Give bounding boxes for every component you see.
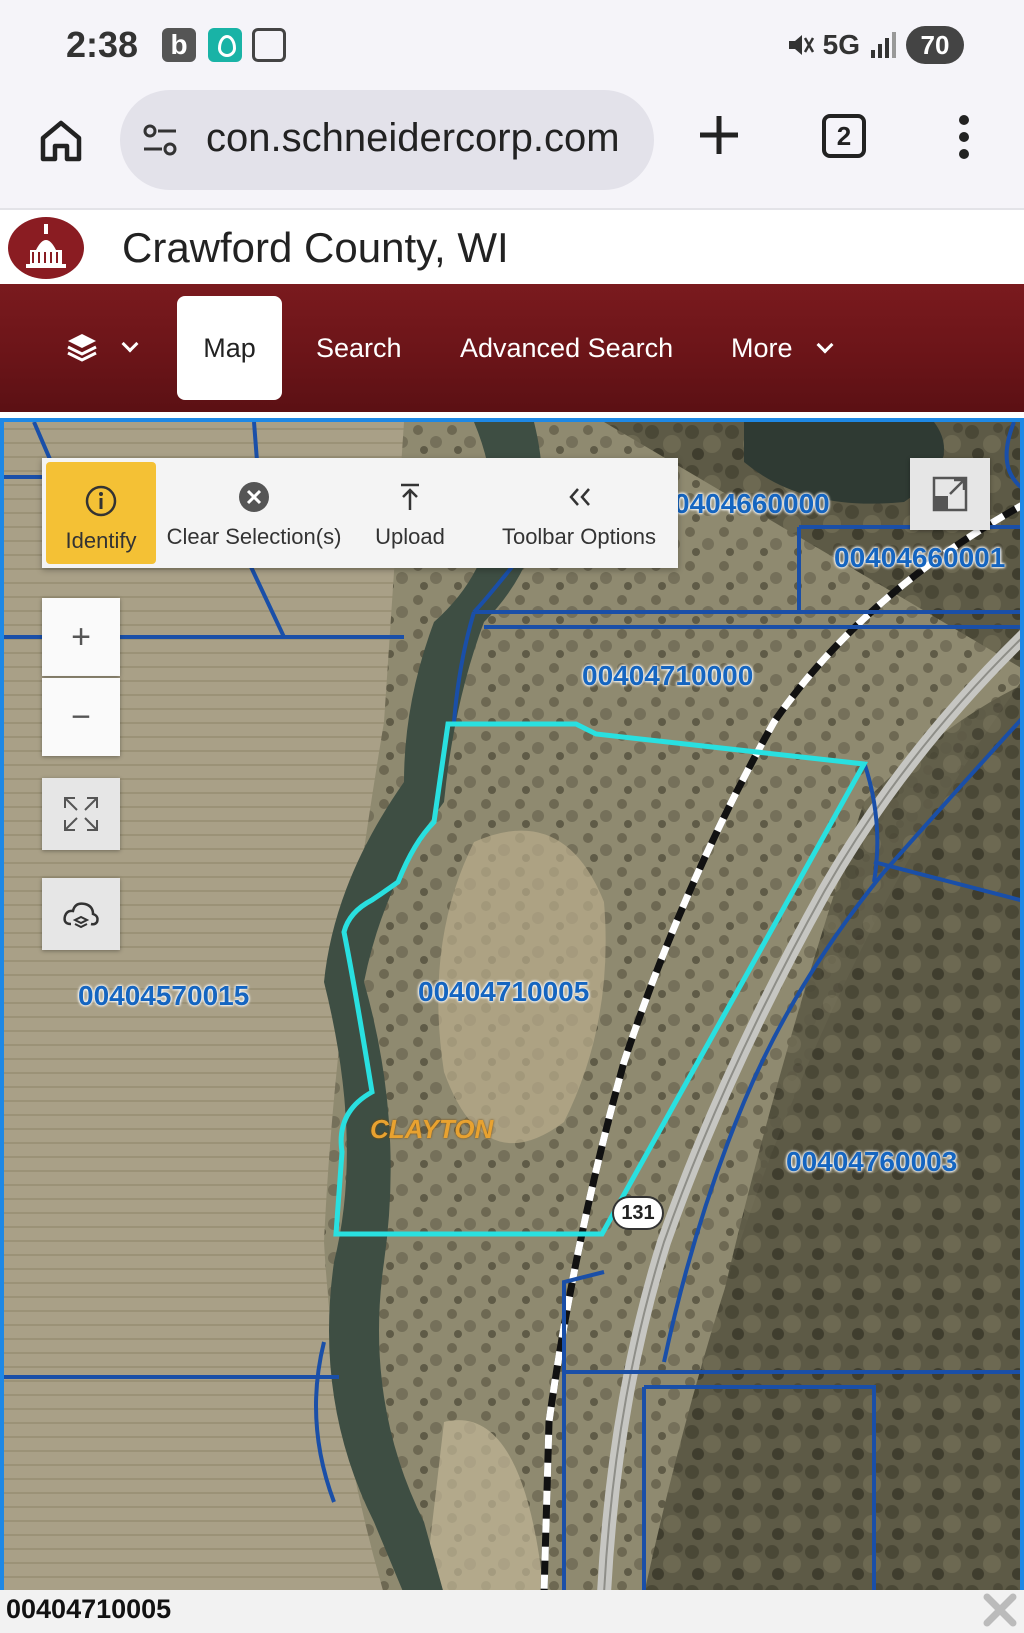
status-bar: 2:38 b 5G 70 [0,0,1024,90]
close-x-icon[interactable] [982,1592,1018,1628]
toolbar-options-label: Toolbar Options [501,524,657,549]
place-label: CLAYTON [370,1114,494,1144]
tab-more[interactable]: More [731,296,834,400]
upload-button[interactable]: Upload [372,458,448,568]
double-chevron-left-icon [569,488,590,506]
zoom-in-icon: + [71,618,91,656]
clear-selections-label: Clear Selection(s) [166,524,342,549]
full-extent-icon [64,797,98,831]
selection-bar: 00404710005 [0,1590,1024,1633]
selected-parcel-id[interactable]: 00404710005 [6,1594,171,1625]
cloud-layers-icon [63,902,99,929]
menu-icon[interactable] [958,114,970,160]
tab-map[interactable]: Map [177,296,282,400]
new-tab-icon[interactable] [696,112,742,158]
parcel-label[interactable]: 00404660001 [834,542,1005,574]
info-icon [85,485,117,517]
full-extent-button[interactable] [42,778,120,850]
page-title: Crawford County, WI [122,224,509,271]
tab-advanced-search[interactable]: Advanced Search [460,296,673,400]
address-bar[interactable]: con.schneidercorp.com [120,90,654,190]
basemap-button[interactable] [42,878,120,950]
parcel-label[interactable]: 0404660000 [674,488,830,520]
parcel-label[interactable]: 00404570015 [78,980,249,1012]
upload-label: Upload [375,524,445,549]
upload-icon [401,483,419,510]
tab-search[interactable]: Search [316,296,402,400]
county-courthouse-logo[interactable] [8,216,88,280]
tabs-button[interactable]: 2 [822,114,866,158]
signal-icon [871,32,896,58]
layers-menu-button[interactable] [66,328,162,368]
mute-icon [788,35,814,55]
parcel-label[interactable]: 00404760003 [786,1146,957,1178]
chevron-down-icon [816,336,834,354]
zoom-in-button[interactable]: + [42,598,120,676]
zoom-out-button[interactable]: − [42,678,120,756]
identify-button[interactable]: Identify [46,462,156,564]
map-view[interactable]: 0404660000 00404660001 00404710000 00404… [0,418,1024,1590]
layers-icon [67,334,97,362]
identify-label: Identify [65,528,137,553]
screenshot-icon [252,28,286,62]
network-type: 5G [822,29,860,60]
clear-selections-button[interactable]: Clear Selection(s) [166,458,342,568]
browser-toolbar: con.schneidercorp.com 2 [0,90,1024,210]
fullscreen-button[interactable] [910,458,990,530]
home-icon[interactable] [38,118,84,164]
parcel-label[interactable]: 00404710000 [582,660,753,692]
status-indicators: 5G 70 [785,26,964,64]
site-header: Crawford County, WI [0,212,1024,284]
site-settings-icon[interactable] [142,122,178,158]
toolbar-options-button[interactable]: Toolbar Options [494,458,664,568]
highway-shield: 131 [612,1196,664,1230]
chevron-down-icon [121,335,139,353]
expand-window-icon [932,476,968,512]
zoom-out-icon: − [71,698,91,736]
tab-more-label: More [731,333,793,363]
main-nav: Map Search Advanced Search More [0,284,1024,412]
status-time: 2:38 [66,24,139,65]
map-toolbar: Identify Clear Selection(s) Upload Toolb… [42,458,678,568]
b-app-icon: b [162,28,196,62]
battery-icon: 70 [906,26,964,64]
parcel-label[interactable]: 00404710005 [418,976,589,1008]
url-text[interactable]: con.schneidercorp.com [206,116,620,161]
clear-circle-icon [239,482,269,512]
location-app-icon [208,28,242,62]
